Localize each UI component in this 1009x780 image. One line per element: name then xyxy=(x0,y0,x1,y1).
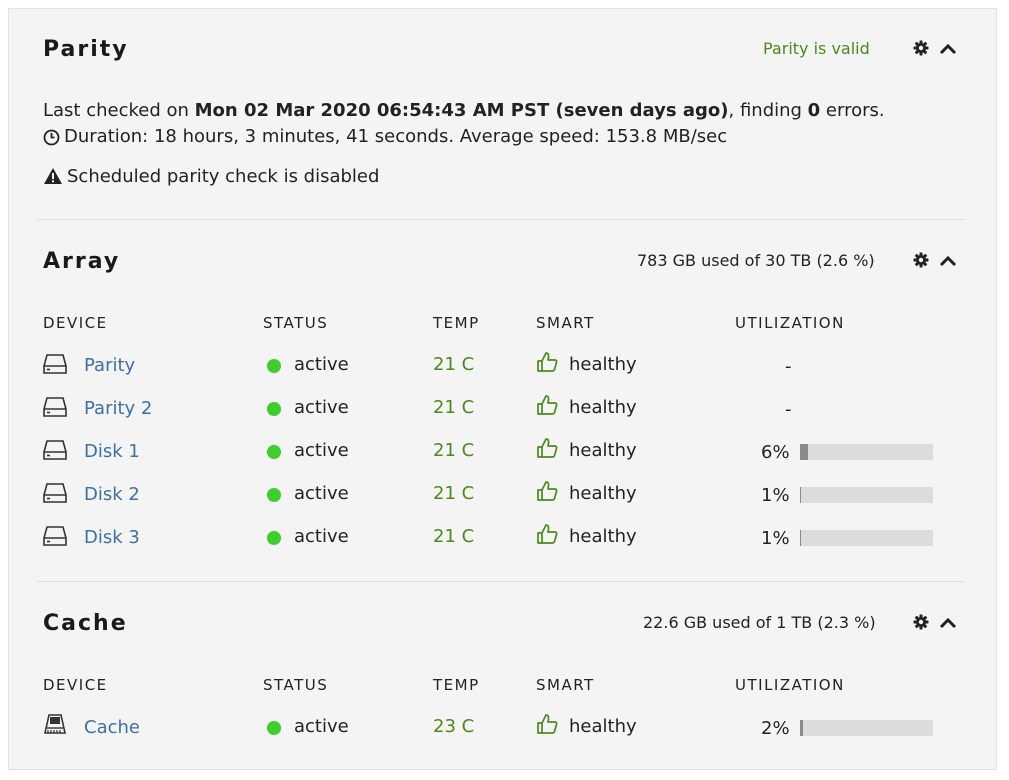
device-utilization: 2% xyxy=(761,718,790,739)
device-smart: healthy xyxy=(569,354,637,375)
thumbs-up-icon xyxy=(536,480,558,506)
thumbs-up-icon xyxy=(536,523,558,549)
device-link[interactable]: Disk 1 xyxy=(84,441,140,462)
gear-icon[interactable] xyxy=(913,40,929,60)
parity-section-title: Parity xyxy=(43,37,129,62)
device-smart: healthy xyxy=(569,397,637,418)
utilization-bar-fill xyxy=(800,530,802,546)
thumbs-up-icon xyxy=(536,351,558,377)
device-link[interactable]: Parity xyxy=(84,355,135,376)
cache-section-title: Cache xyxy=(43,611,128,636)
device-smart: healthy xyxy=(569,716,637,737)
device-temp: 21 C xyxy=(433,354,475,375)
status-dot xyxy=(267,445,281,459)
parity-schedule-warning: Scheduled parity check is disabled xyxy=(67,166,380,187)
device-temp: 21 C xyxy=(433,483,475,504)
column-header-utilization: UTILIZATION xyxy=(735,676,845,694)
thumbs-up-icon xyxy=(536,713,558,739)
section-divider xyxy=(37,219,964,220)
array-usage: 783 GB used of 30 TB (2.6 %) xyxy=(637,251,875,270)
utilization-bar-fill xyxy=(800,720,803,736)
thumbs-up-icon xyxy=(536,394,558,420)
hard-drive-icon xyxy=(42,482,68,508)
cache-usage: 22.6 GB used of 1 TB (2.3 %) xyxy=(643,613,876,632)
device-utilization: - xyxy=(785,399,792,420)
device-smart: healthy xyxy=(569,526,637,547)
status-dot xyxy=(267,721,281,735)
device-smart: healthy xyxy=(569,440,637,461)
utilization-bar xyxy=(800,487,933,503)
column-header-smart: SMART xyxy=(536,676,595,694)
device-temp: 21 C xyxy=(433,397,475,418)
hard-drive-icon xyxy=(42,439,68,465)
device-utilization: 1% xyxy=(761,485,790,506)
utilization-bar-fill xyxy=(800,487,802,503)
column-header-smart: SMART xyxy=(536,314,595,332)
array-section-title: Array xyxy=(43,249,121,274)
device-utilization: 6% xyxy=(761,442,790,463)
device-temp: 23 C xyxy=(433,716,475,737)
column-header-utilization: UTILIZATION xyxy=(735,314,845,332)
gear-icon[interactable] xyxy=(913,614,929,634)
column-header-device: DEVICE xyxy=(43,676,108,694)
finding-suffix: errors. xyxy=(820,100,885,121)
device-status: active xyxy=(294,483,349,504)
utilization-bar xyxy=(800,444,933,460)
last-checked-date: Mon 02 Mar 2020 06:54:43 AM PST (seven d… xyxy=(194,100,729,121)
section-divider xyxy=(37,581,964,582)
parity-last-checked: Last checked on Mon 02 Mar 2020 06:54:43… xyxy=(43,100,885,121)
device-status: active xyxy=(294,526,349,547)
device-link[interactable]: Cache xyxy=(84,717,140,738)
utilization-bar xyxy=(800,720,933,736)
device-temp: 21 C xyxy=(433,526,475,547)
device-status: active xyxy=(294,440,349,461)
utilization-bar-fill xyxy=(800,444,808,460)
column-header-temp: TEMP xyxy=(433,676,480,694)
chevron-up-icon[interactable] xyxy=(939,253,957,272)
column-header-temp: TEMP xyxy=(433,314,480,332)
clock-icon xyxy=(43,129,60,150)
thumbs-up-icon xyxy=(536,437,558,463)
last-checked-prefix: Last checked on xyxy=(43,100,195,121)
device-link[interactable]: Disk 3 xyxy=(84,527,140,548)
column-header-status: STATUS xyxy=(263,314,329,332)
hard-drive-icon xyxy=(42,525,68,551)
device-utilization: - xyxy=(785,356,792,377)
column-header-device: DEVICE xyxy=(43,314,108,332)
status-dot xyxy=(267,359,281,373)
column-header-status: STATUS xyxy=(263,676,329,694)
device-status: active xyxy=(294,354,349,375)
status-dot xyxy=(267,402,281,416)
device-smart: healthy xyxy=(569,483,637,504)
utilization-bar xyxy=(800,530,933,546)
parity-duration: Duration: 18 hours, 3 minutes, 41 second… xyxy=(64,126,728,147)
ssd-icon xyxy=(43,713,67,741)
device-link[interactable]: Parity 2 xyxy=(84,398,152,419)
warning-icon xyxy=(43,167,63,189)
parity-status: Parity is valid xyxy=(763,39,870,58)
device-status: active xyxy=(294,716,349,737)
status-dot xyxy=(267,531,281,545)
error-count: 0 xyxy=(807,100,821,121)
device-link[interactable]: Disk 2 xyxy=(84,484,140,505)
device-status: active xyxy=(294,397,349,418)
device-utilization: 1% xyxy=(761,528,790,549)
status-dot xyxy=(267,488,281,502)
gear-icon[interactable] xyxy=(913,252,929,272)
hard-drive-icon xyxy=(42,353,68,379)
dashboard-panel: Parity Parity is valid Last checked on M… xyxy=(8,8,997,770)
device-temp: 21 C xyxy=(433,440,475,461)
chevron-up-icon[interactable] xyxy=(939,41,957,60)
chevron-up-icon[interactable] xyxy=(939,615,957,634)
hard-drive-icon xyxy=(42,396,68,422)
finding-prefix: , finding xyxy=(728,100,808,121)
